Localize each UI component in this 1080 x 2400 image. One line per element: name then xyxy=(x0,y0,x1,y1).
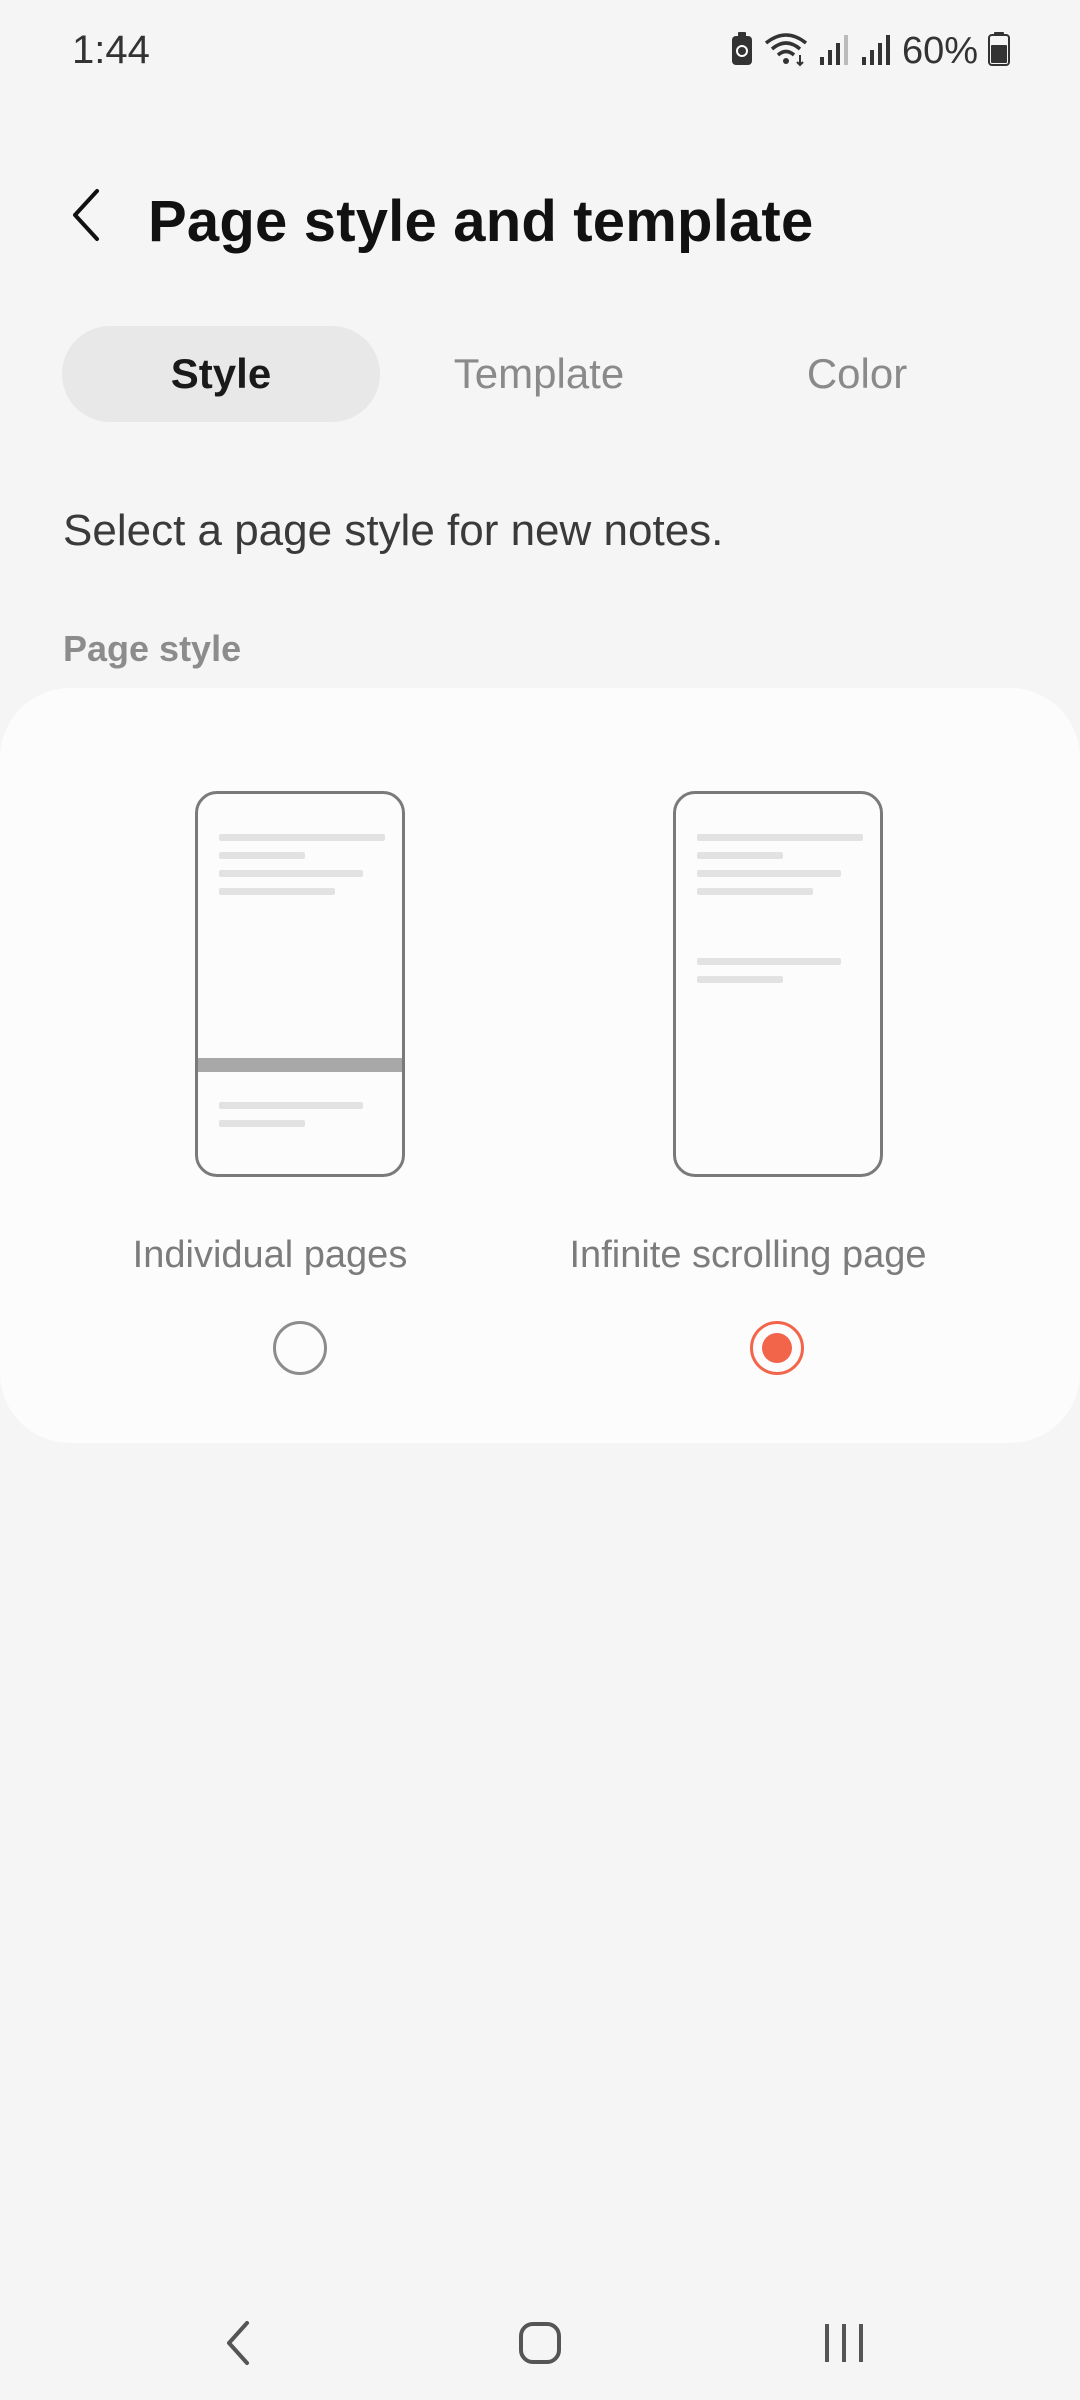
back-arrow-icon xyxy=(67,187,107,248)
signal-icon xyxy=(818,31,850,72)
nav-home-button[interactable] xyxy=(500,2310,580,2380)
page-style-card: Individual pages Infinite scrolling page xyxy=(0,688,1080,1443)
page-divider xyxy=(198,1058,402,1072)
system-nav-bar xyxy=(0,2290,1080,2400)
individual-pages-preview xyxy=(195,791,405,1177)
status-icons: 60% xyxy=(730,26,1010,76)
battery-icon xyxy=(988,31,1010,72)
nav-recents-icon xyxy=(822,2322,866,2369)
status-time: 1:44 xyxy=(72,28,150,72)
tab-template[interactable]: Template xyxy=(380,326,698,422)
option-individual-pages[interactable]: Individual pages xyxy=(0,688,540,1443)
page-title: Page style and template xyxy=(148,189,814,254)
option-label: Individual pages xyxy=(132,1234,408,1276)
infinite-scrolling-preview xyxy=(673,791,883,1177)
nav-back-icon xyxy=(223,2319,253,2372)
radio-individual-pages[interactable] xyxy=(273,1321,327,1375)
nav-home-icon xyxy=(517,2320,563,2371)
nav-recents-button[interactable] xyxy=(804,2310,884,2380)
tab-color[interactable]: Color xyxy=(698,326,1016,422)
section-label: Page style xyxy=(63,628,242,669)
back-button[interactable] xyxy=(52,182,122,252)
app-bar: Page style and template xyxy=(0,160,1080,280)
battery-percent: 60% xyxy=(901,29,978,72)
tab-style[interactable]: Style xyxy=(62,326,380,422)
wifi-icon xyxy=(764,31,808,72)
nav-back-button[interactable] xyxy=(198,2310,278,2380)
tab-bar: Style Template Color xyxy=(62,326,1018,422)
signal-icon xyxy=(860,31,892,72)
radio-infinite-scrolling[interactable] xyxy=(750,1321,804,1375)
status-bar: 1:44 60% xyxy=(0,0,1080,105)
option-label: Infinite scrolling page xyxy=(569,1234,927,1276)
battery-saver-icon xyxy=(730,31,754,72)
option-infinite-scrolling[interactable]: Infinite scrolling page xyxy=(540,688,1080,1443)
description-text: Select a page style for new notes. xyxy=(63,506,724,555)
radio-selected-dot xyxy=(762,1333,792,1363)
